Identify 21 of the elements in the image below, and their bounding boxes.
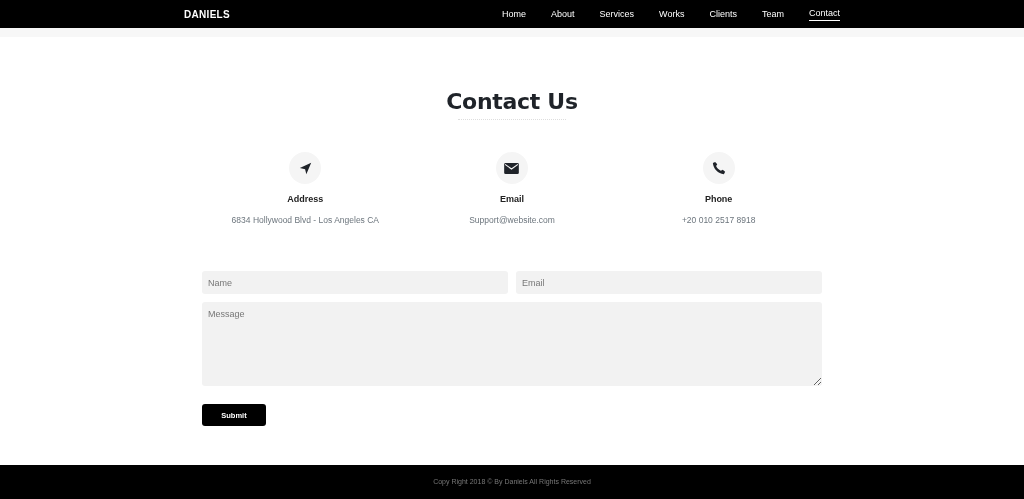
envelope-icon	[504, 162, 520, 174]
nav-link[interactable]: Home	[502, 7, 527, 21]
email-field[interactable]: Email	[516, 271, 822, 295]
nav-link[interactable]: About	[551, 7, 575, 21]
section-title: Contact Us	[445, 89, 579, 116]
nav-link[interactable]: Services	[599, 7, 635, 21]
contact-value: +20 010 2517 8918	[680, 213, 757, 227]
brand-logo[interactable]: DANIELS	[184, 6, 230, 22]
contact-label: Phone	[703, 193, 734, 207]
name-field[interactable]: Name	[202, 271, 508, 295]
contact-label: Address	[286, 193, 325, 207]
nav-link[interactable]: Team	[761, 7, 784, 21]
phone-icon	[711, 161, 726, 176]
contact-value: Support@website.com	[468, 213, 556, 227]
navigation-arrow-icon	[298, 161, 312, 175]
nav-link[interactable]: Clients	[709, 7, 737, 21]
contact-label: Email	[498, 193, 525, 207]
nav-link[interactable]: Works	[659, 7, 685, 21]
nav-link[interactable]: Contact	[808, 7, 840, 21]
contact-value: 6834 Hollywood Blvd - Los Angeles CA	[230, 213, 381, 227]
message-field[interactable]: Message	[202, 302, 822, 387]
